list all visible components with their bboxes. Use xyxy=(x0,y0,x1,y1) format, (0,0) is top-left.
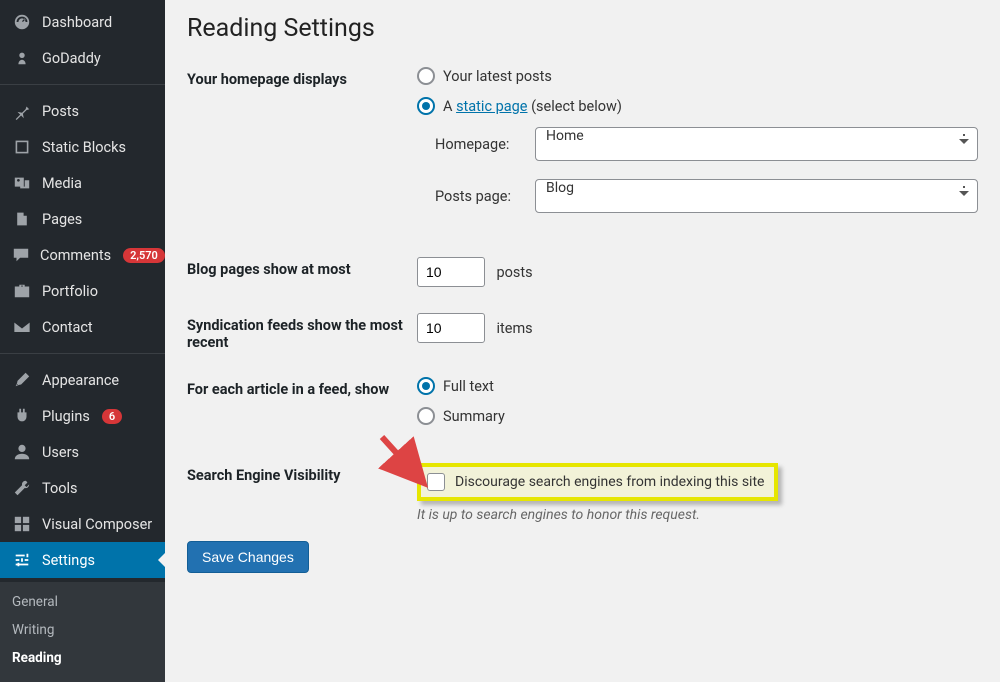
sidebar-item-label: GoDaddy xyxy=(42,50,101,67)
postspage-select-value: Blog xyxy=(546,180,574,196)
sidebar-item-dashboard[interactable]: Dashboard xyxy=(0,4,165,40)
homepage-select-value: Home xyxy=(546,128,584,144)
sidebar-item-label: Static Blocks xyxy=(42,139,126,156)
radio-summary[interactable] xyxy=(417,407,435,425)
user-icon xyxy=(12,442,32,462)
sidebar-item-label: Comments xyxy=(40,247,111,264)
save-changes-button[interactable]: Save Changes xyxy=(187,541,309,573)
comment-icon xyxy=(12,245,30,265)
sidebar-item-plugins[interactable]: Plugins 6 xyxy=(0,398,165,434)
sidebar-item-godaddy[interactable]: GoDaddy xyxy=(0,40,165,76)
admin-sidebar: Dashboard GoDaddy Posts Static Blocks Me… xyxy=(0,0,165,660)
homepage-select-label: Homepage: xyxy=(435,136,525,153)
sliders-icon xyxy=(12,550,32,570)
static-pre: A xyxy=(443,98,456,115)
mail-icon xyxy=(12,317,32,337)
label-blog-pages: Blog pages show at most xyxy=(187,257,417,278)
godaddy-icon xyxy=(12,48,32,68)
row-syndication: Syndication feeds show the most recent i… xyxy=(187,313,978,351)
sidebar-item-label: Plugins xyxy=(42,408,90,425)
comments-count-badge: 2,570 xyxy=(123,248,165,263)
radio-latest-posts[interactable] xyxy=(417,67,435,85)
sidebar-item-label: Tools xyxy=(42,480,78,497)
radio-static-page[interactable] xyxy=(417,97,435,115)
row-feed-article: For each article in a feed, show Full te… xyxy=(187,377,978,437)
visual-composer-icon xyxy=(12,514,32,534)
sidebar-item-tools[interactable]: Tools xyxy=(0,470,165,506)
sidebar-item-label: Contact xyxy=(42,319,93,336)
label-syndication: Syndication feeds show the most recent xyxy=(187,313,417,351)
page-icon xyxy=(12,209,32,229)
static-page-link[interactable]: static page xyxy=(456,98,527,115)
main-content: Reading Settings Your homepage displays … xyxy=(165,0,1000,660)
highlight-annotation: Discourage search engines from indexing … xyxy=(417,463,778,501)
plugins-count-badge: 6 xyxy=(102,409,122,424)
label-search-visibility: Search Engine Visibility xyxy=(187,463,417,484)
sidebar-item-posts[interactable]: Posts xyxy=(0,93,165,129)
sidebar-item-contact[interactable]: Contact xyxy=(0,309,165,345)
radio-summary-label: Summary xyxy=(443,408,505,425)
blog-pages-suffix: posts xyxy=(496,264,532,281)
sidebar-item-label: Settings xyxy=(42,552,95,569)
radio-latest-posts-label: Your latest posts xyxy=(443,68,552,85)
row-search-visibility: Search Engine Visibility Discourage sear… xyxy=(187,463,978,523)
syndication-input[interactable] xyxy=(417,313,485,343)
static-post: (select below) xyxy=(528,98,622,115)
pushpin-icon xyxy=(12,101,32,121)
sidebar-item-label: Media xyxy=(42,175,82,192)
discourage-checkbox-label: Discourage search engines from indexing … xyxy=(455,474,764,490)
sidebar-item-label: Users xyxy=(42,444,79,461)
sidebar-item-label: Appearance xyxy=(42,372,119,389)
settings-submenu: General Writing Reading xyxy=(0,582,165,682)
postspage-select[interactable]: Blog xyxy=(535,179,978,213)
wrench-icon xyxy=(12,478,32,498)
brush-icon xyxy=(12,370,32,390)
radio-static-page-label: A static page (select below) xyxy=(443,98,622,115)
submenu-item-general[interactable]: General xyxy=(0,588,165,616)
homepage-select[interactable]: Home xyxy=(535,127,978,161)
sidebar-item-settings[interactable]: Settings xyxy=(0,542,165,578)
discourage-checkbox[interactable] xyxy=(427,473,445,491)
sidebar-item-users[interactable]: Users xyxy=(0,434,165,470)
media-icon xyxy=(12,173,32,193)
gauge-icon xyxy=(12,12,32,32)
label-homepage-displays: Your homepage displays xyxy=(187,67,417,88)
sidebar-item-pages[interactable]: Pages xyxy=(0,201,165,237)
square-icon xyxy=(12,137,32,157)
postspage-select-label: Posts page: xyxy=(435,188,525,205)
submenu-item-reading[interactable]: Reading xyxy=(0,644,165,672)
sidebar-item-visual-composer[interactable]: Visual Composer xyxy=(0,506,165,542)
radio-full-text-label: Full text xyxy=(443,378,494,395)
syndication-suffix: items xyxy=(496,320,532,337)
search-visibility-note: It is up to search engines to honor this… xyxy=(417,507,978,523)
sidebar-item-label: Visual Composer xyxy=(42,516,152,533)
sidebar-item-label: Pages xyxy=(42,211,82,228)
sidebar-item-static-blocks[interactable]: Static Blocks xyxy=(0,129,165,165)
blog-pages-input[interactable] xyxy=(417,257,485,287)
label-feed-article: For each article in a feed, show xyxy=(187,377,417,398)
sidebar-item-comments[interactable]: Comments 2,570 xyxy=(0,237,165,273)
row-homepage-displays: Your homepage displays Your latest posts… xyxy=(187,67,978,231)
radio-full-text[interactable] xyxy=(417,377,435,395)
plug-icon xyxy=(12,406,32,426)
row-blog-pages: Blog pages show at most posts xyxy=(187,257,978,287)
submenu-item-writing[interactable]: Writing xyxy=(0,616,165,644)
sidebar-item-label: Posts xyxy=(42,103,79,120)
sidebar-item-label: Dashboard xyxy=(42,14,112,31)
sidebar-item-portfolio[interactable]: Portfolio xyxy=(0,273,165,309)
sidebar-item-media[interactable]: Media xyxy=(0,165,165,201)
sidebar-item-label: Portfolio xyxy=(42,283,98,300)
briefcase-icon xyxy=(12,281,32,301)
sidebar-item-appearance[interactable]: Appearance xyxy=(0,362,165,398)
page-title: Reading Settings xyxy=(187,14,978,43)
